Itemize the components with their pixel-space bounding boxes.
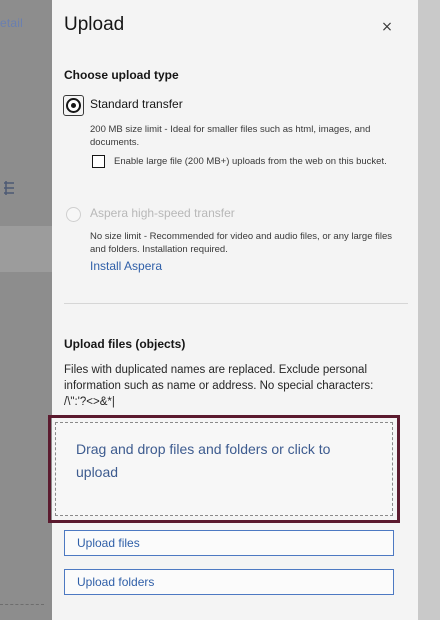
aspera-transfer-radio — [66, 207, 81, 222]
background-divider — [0, 604, 44, 605]
upload-files-description: Files with duplicated names are replaced… — [64, 364, 374, 408]
stack-icon — [2, 180, 18, 198]
aspera-transfer-description: No size limit - Recommended for video an… — [90, 231, 393, 255]
upload-files-button-label: Upload files — [77, 536, 140, 550]
standard-transfer-label: Standard transfer — [90, 97, 183, 111]
overlay-edge — [418, 0, 440, 620]
install-aspera-link[interactable]: Install Aspera — [90, 259, 162, 273]
panel-title: Upload — [64, 14, 125, 35]
upload-files-heading: Upload files (objects) — [64, 337, 186, 351]
upload-folders-button[interactable]: Upload folders — [64, 569, 394, 595]
aspera-transfer-label: Aspera high-speed transfer — [90, 206, 235, 220]
standard-transfer-radio[interactable] — [66, 98, 81, 113]
upload-folders-button-label: Upload folders — [77, 575, 155, 589]
upload-type-heading: Choose upload type — [64, 68, 179, 82]
upload-files-button[interactable]: Upload files — [64, 530, 394, 556]
close-button[interactable]: × — [378, 18, 396, 36]
drop-zone-text: Drag and drop files and folders or click… — [76, 441, 331, 480]
standard-transfer-description: 200 MB size limit - Ideal for smaller fi… — [90, 124, 371, 148]
upload-panel: Upload × Choose upload type Standard tra… — [48, 0, 418, 620]
background-page: etail — [0, 0, 52, 620]
section-divider — [64, 303, 408, 304]
background-tab-fragment: etail — [0, 16, 24, 30]
large-file-checkbox[interactable] — [92, 155, 105, 168]
background-row-band — [0, 226, 52, 272]
large-file-checkbox-label: Enable large file (200 MB+) uploads from… — [114, 156, 387, 167]
